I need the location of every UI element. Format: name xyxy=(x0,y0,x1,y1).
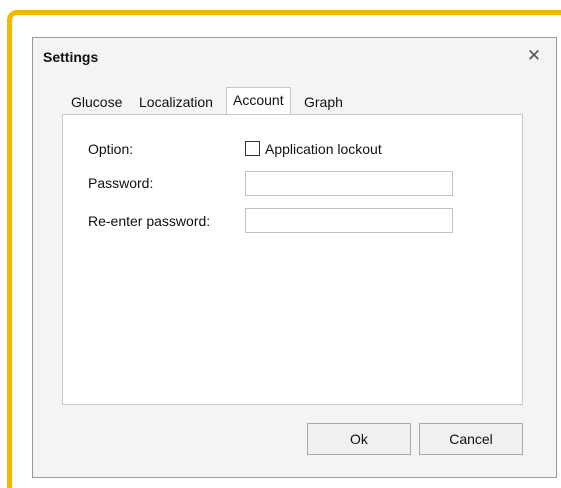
settings-dialog: Settings ✕ Glucose Localization Account … xyxy=(32,37,557,478)
reenter-password-label: Re-enter password: xyxy=(88,213,211,229)
application-lockout-label[interactable]: Application lockout xyxy=(265,141,382,157)
tab-graph[interactable]: Graph xyxy=(304,91,343,113)
tab-account[interactable]: Account xyxy=(226,87,291,114)
dialog-title: Settings xyxy=(43,49,99,65)
ok-button[interactable]: Ok xyxy=(307,423,411,455)
application-lockout-checkbox[interactable] xyxy=(245,141,260,156)
tab-localization[interactable]: Localization xyxy=(139,91,213,113)
cancel-button[interactable]: Cancel xyxy=(419,423,523,455)
account-tab-panel xyxy=(62,114,523,405)
reenter-password-field[interactable] xyxy=(245,208,453,233)
password-field[interactable] xyxy=(245,171,453,196)
tab-glucose[interactable]: Glucose xyxy=(71,91,122,113)
page: Settings ✕ Glucose Localization Account … xyxy=(0,0,561,488)
close-icon[interactable]: ✕ xyxy=(524,45,544,67)
option-label: Option: xyxy=(88,141,134,157)
password-label: Password: xyxy=(88,175,154,191)
